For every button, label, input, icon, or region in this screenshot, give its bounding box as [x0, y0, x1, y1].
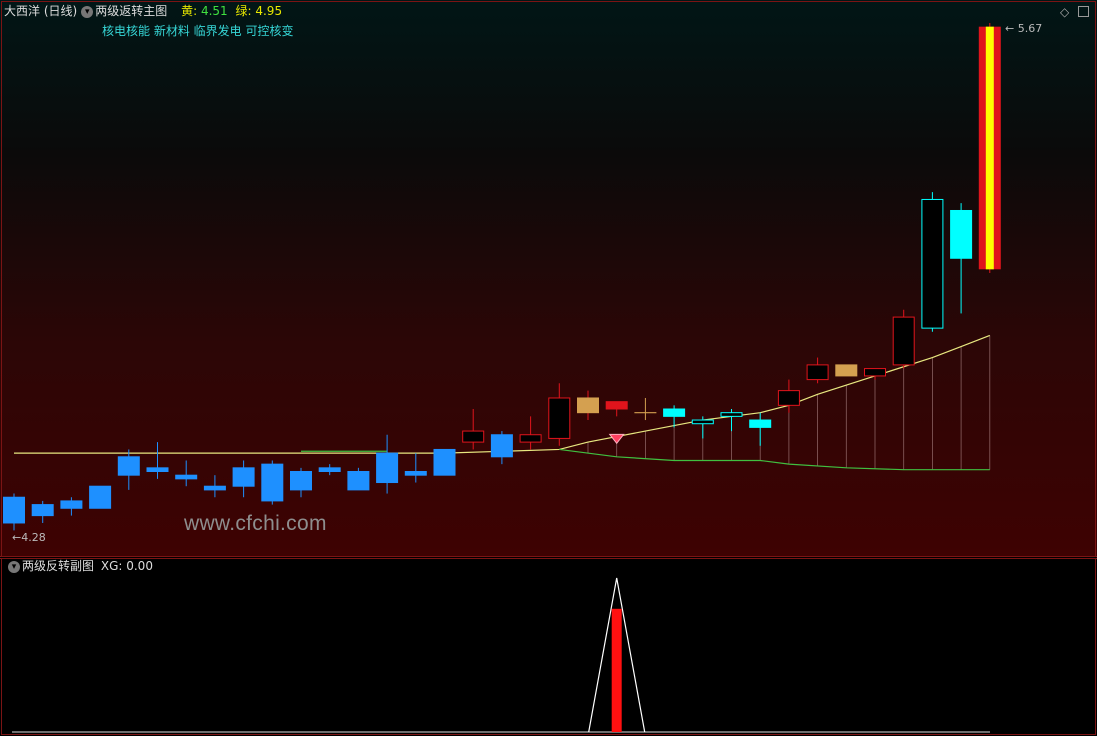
candle-15	[433, 448, 456, 476]
candle-body	[31, 504, 54, 517]
candle-16	[462, 409, 485, 450]
candle-6	[175, 460, 198, 487]
candle-5	[146, 442, 169, 479]
candle-body	[261, 463, 284, 502]
candle-body	[720, 412, 743, 417]
candle-body	[146, 467, 169, 473]
candle-19	[548, 383, 571, 446]
candle-body	[376, 452, 399, 484]
candle-body	[950, 209, 973, 259]
candle-body	[490, 434, 513, 458]
candle-34	[978, 23, 1001, 273]
candle-12	[347, 467, 370, 491]
candle-3	[89, 485, 112, 509]
candle-body	[89, 485, 112, 509]
sub-signal-bar	[611, 608, 622, 732]
candle-body	[577, 397, 599, 414]
candle-2	[60, 497, 83, 516]
candle-body	[864, 368, 886, 377]
candle-body	[318, 467, 341, 473]
candle-18	[519, 416, 542, 450]
candle-25	[720, 409, 743, 432]
candle-21	[605, 401, 628, 417]
candle-body	[921, 198, 944, 329]
candle-body	[117, 456, 140, 476]
candle-body	[777, 390, 800, 406]
candle-11	[318, 464, 341, 476]
candle-body	[519, 434, 542, 443]
candle-body	[290, 471, 312, 491]
candle-28	[806, 357, 829, 384]
candle-body	[404, 471, 427, 476]
candle-24	[691, 416, 714, 439]
candle-33	[950, 203, 973, 314]
candle-26	[749, 412, 772, 446]
candle-body	[835, 364, 858, 377]
candle-9	[261, 460, 284, 505]
candle-body	[806, 364, 829, 381]
price-low-label: ←4.28	[12, 531, 46, 544]
candle-body	[203, 485, 226, 491]
candle-10	[290, 467, 312, 498]
sub-frame	[1, 558, 1096, 735]
candle-1	[31, 500, 54, 523]
diamond-signal-icon	[608, 433, 625, 445]
candle-8	[232, 460, 255, 498]
price-high-label: ← 5.67	[1005, 22, 1042, 35]
candle-body	[175, 474, 198, 480]
candle-7	[203, 475, 226, 498]
candle-4	[117, 449, 140, 490]
candle-20	[577, 390, 599, 421]
limit-up-stripe	[985, 26, 994, 270]
candle-32	[921, 192, 944, 332]
candle-body	[433, 448, 456, 476]
candle-body	[60, 500, 83, 509]
candle-body	[691, 419, 714, 425]
candle-13	[376, 434, 399, 494]
candle-body	[3, 496, 25, 524]
candle-body	[892, 316, 915, 366]
candle-body	[347, 471, 370, 491]
candle-body	[663, 408, 686, 417]
candle-body	[605, 401, 628, 410]
candle-0	[3, 493, 25, 531]
candlestick-chart: ← 5.67 ←4.28	[1, 1, 1096, 735]
candle-31	[892, 309, 915, 369]
candle-17	[490, 431, 513, 465]
candle-29	[835, 364, 858, 377]
candle-22	[634, 397, 657, 421]
green-ma-line	[559, 448, 990, 471]
candle-14	[404, 453, 427, 483]
candle-body	[232, 467, 255, 487]
candle-body	[749, 419, 772, 428]
candle-body	[462, 430, 485, 443]
candle-body	[548, 397, 571, 439]
